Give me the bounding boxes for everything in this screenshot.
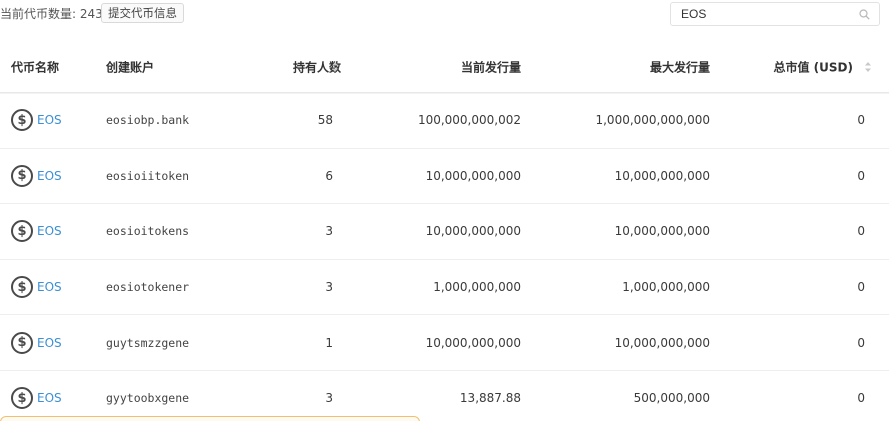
holders-count: 6 bbox=[325, 168, 333, 183]
max-supply: 1,000,000,000 bbox=[622, 280, 710, 295]
token-link[interactable]: EOS bbox=[37, 280, 62, 294]
current-supply: 10,000,000,000 bbox=[425, 224, 521, 239]
table-row[interactable]: $ EOS eosiobp.bank 58 100,000,000,002 1,… bbox=[0, 93, 889, 149]
market-cap: 0 bbox=[857, 168, 865, 183]
holders-count: 3 bbox=[325, 280, 333, 295]
toolbar: 当前代币数量: 243 提交代币信息 bbox=[0, 0, 889, 30]
holders-count: 1 bbox=[325, 335, 333, 350]
max-supply: 10,000,000,000 bbox=[614, 335, 710, 350]
header-market-cap[interactable]: 总市值 (USD) bbox=[774, 58, 854, 75]
current-supply: 1,000,000,000 bbox=[433, 280, 521, 295]
max-supply: 10,000,000,000 bbox=[614, 168, 710, 183]
token-link[interactable]: EOS bbox=[37, 113, 62, 127]
token-cell: $ EOS bbox=[11, 331, 62, 354]
current-supply: 13,887.88 bbox=[459, 391, 521, 406]
token-link[interactable]: EOS bbox=[37, 224, 62, 238]
header-max-supply: 最大发行量 bbox=[649, 60, 710, 74]
market-cap: 0 bbox=[857, 335, 865, 350]
max-supply: 10,000,000,000 bbox=[614, 224, 710, 239]
max-supply: 1,000,000,000,000 bbox=[595, 113, 710, 128]
token-link[interactable]: EOS bbox=[37, 391, 62, 405]
token-count-label: 当前代币数量: 243 bbox=[0, 7, 103, 21]
search-box bbox=[670, 2, 880, 26]
holders-count: 58 bbox=[317, 113, 333, 128]
dollar-coin-icon: $ bbox=[11, 164, 33, 187]
creator-account: eosiobp.bank bbox=[106, 113, 190, 128]
creator-account: eosioiitoken bbox=[106, 168, 190, 183]
dollar-coin-icon: $ bbox=[11, 276, 33, 299]
token-link[interactable]: EOS bbox=[37, 169, 62, 183]
table-row[interactable]: $ EOS guytsmzzgene 1 10,000,000,000 10,0… bbox=[0, 315, 889, 371]
token-cell: $ EOS bbox=[11, 387, 62, 410]
creator-account: eosiotokener bbox=[106, 280, 190, 295]
table-row[interactable]: $ EOS eosioitokens 3 10,000,000,000 10,0… bbox=[0, 204, 889, 260]
sort-icon[interactable] bbox=[864, 61, 872, 73]
dollar-coin-icon: $ bbox=[11, 109, 33, 132]
holders-count: 3 bbox=[325, 391, 333, 406]
notification-banner bbox=[0, 416, 420, 421]
current-supply: 10,000,000,000 bbox=[425, 168, 521, 183]
sort-icon[interactable] bbox=[331, 61, 339, 73]
token-cell: $ EOS bbox=[11, 220, 62, 243]
token-cell: $ EOS bbox=[11, 109, 62, 132]
search-input[interactable] bbox=[681, 6, 851, 22]
search-icon[interactable] bbox=[859, 9, 870, 20]
table-row[interactable]: $ EOS eosiotokener 3 1,000,000,000 1,000… bbox=[0, 260, 889, 316]
creator-account: gyytoobxgene bbox=[106, 391, 190, 406]
current-supply: 100,000,000,002 bbox=[417, 113, 521, 128]
max-supply: 500,000,000 bbox=[633, 391, 710, 406]
market-cap: 0 bbox=[857, 391, 865, 406]
current-supply: 10,000,000,000 bbox=[425, 335, 521, 350]
market-cap: 0 bbox=[857, 113, 865, 128]
token-link[interactable]: EOS bbox=[37, 336, 62, 350]
holders-count: 3 bbox=[325, 224, 333, 239]
market-cap: 0 bbox=[857, 280, 865, 295]
header-token-name: 代币名称 bbox=[11, 60, 60, 74]
token-cell: $ EOS bbox=[11, 276, 62, 299]
table-row[interactable]: $ EOS eosioiitoken 6 10,000,000,000 10,0… bbox=[0, 149, 889, 205]
dollar-coin-icon: $ bbox=[11, 331, 33, 354]
header-creator: 创建账户 bbox=[106, 60, 155, 74]
header-current-supply: 当前发行量 bbox=[460, 60, 521, 74]
dollar-coin-icon: $ bbox=[11, 387, 33, 410]
token-cell: $ EOS bbox=[11, 164, 62, 187]
table-row[interactable]: $ EOS gyytoobxgene 3 13,887.88 500,000,0… bbox=[0, 371, 889, 421]
market-cap: 0 bbox=[857, 224, 865, 239]
creator-account: eosioitokens bbox=[106, 224, 190, 239]
dollar-coin-icon: $ bbox=[11, 220, 33, 243]
table-header: 代币名称 创建账户 持有人数 当前发行量 最大发行量 总市值 (USD) bbox=[0, 41, 889, 93]
creator-account: guytsmzzgene bbox=[106, 335, 190, 350]
submit-token-info-button[interactable]: 提交代币信息 bbox=[101, 3, 184, 23]
token-table: 代币名称 创建账户 持有人数 当前发行量 最大发行量 总市值 (USD) $ E… bbox=[0, 41, 889, 421]
